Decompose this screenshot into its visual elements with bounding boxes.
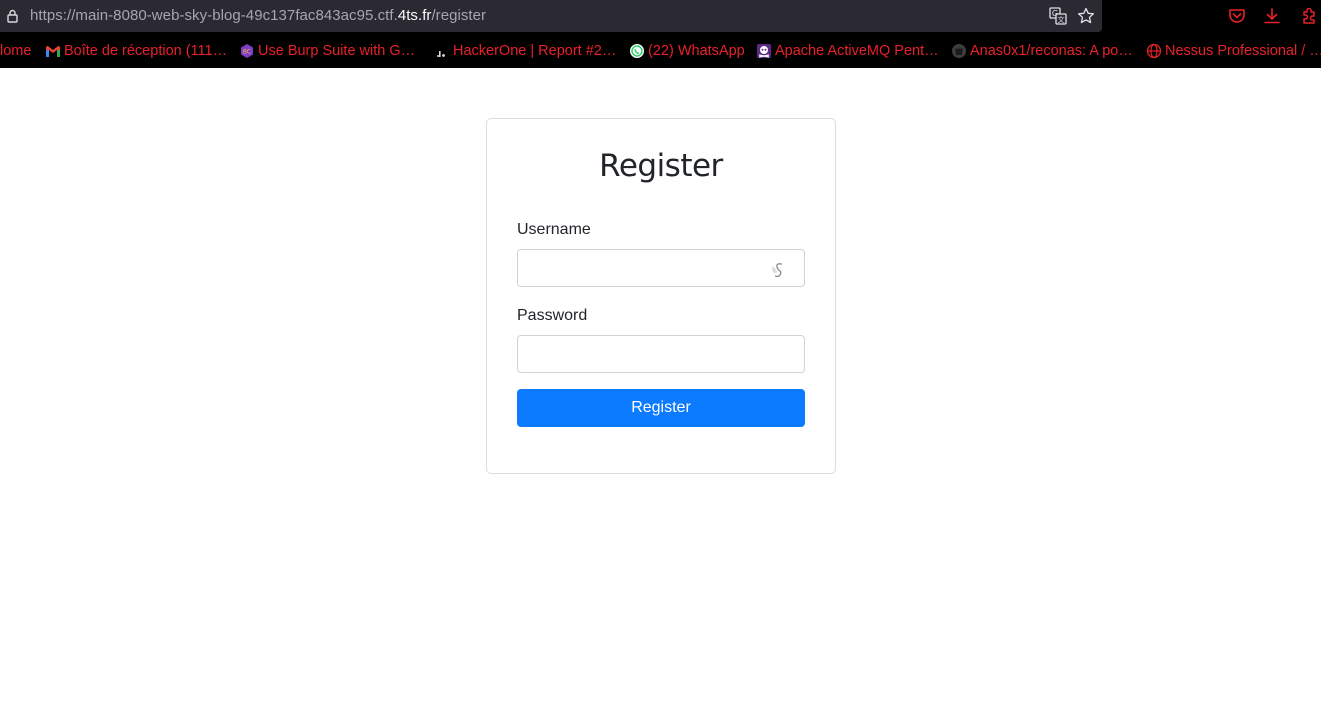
lock-icon xyxy=(7,9,18,23)
svg-text:文: 文 xyxy=(1058,15,1065,24)
page-title: Register xyxy=(599,148,723,184)
bookmark-label: Apache ActiveMQ Pent… xyxy=(775,43,939,59)
downloads-icon[interactable] xyxy=(1263,7,1281,25)
url-path: /register xyxy=(431,7,487,24)
burp-icon: BC xyxy=(239,43,255,59)
bookmark-whatsapp[interactable]: (22) WhatsApp xyxy=(629,42,745,60)
gmail-icon xyxy=(45,43,61,59)
bookmark-burp[interactable]: BC Use Burp Suite with G… xyxy=(239,42,415,60)
browser-toolbar: https://main-8080-web-sky-blog-49c137fac… xyxy=(0,0,1321,33)
bookmark-star-icon[interactable] xyxy=(1077,7,1095,25)
register-button[interactable]: Register xyxy=(517,389,805,427)
bookmark-hackerone[interactable]: HackerOne | Report #2… xyxy=(434,42,616,60)
bookmark-label: Boîte de réception (111… xyxy=(64,43,228,59)
extensions-icon[interactable] xyxy=(1300,7,1318,25)
translate-icon[interactable]: G 文 xyxy=(1049,7,1067,25)
bookmark-label: Use Burp Suite with G… xyxy=(258,43,416,59)
username-label: Username xyxy=(517,221,591,238)
globe-icon xyxy=(1146,43,1162,59)
bookmark-label: Anas0x1/reconas: A po… xyxy=(970,43,1133,59)
register-card: Register Username Password Register xyxy=(486,118,836,474)
address-bar[interactable]: https://main-8080-web-sky-blog-49c137fac… xyxy=(0,0,1102,32)
bookmark-gmail[interactable]: Boîte de réception (111… xyxy=(45,42,227,60)
bookmark-label: Nessus Professional / … xyxy=(1165,43,1321,59)
password-manager-icon[interactable] xyxy=(769,260,789,280)
bookmark-label: HackerOne | Report #2… xyxy=(453,43,617,59)
skull-icon xyxy=(756,43,772,59)
bookmark-home[interactable]: lome xyxy=(0,42,31,60)
hackerone-icon xyxy=(434,43,450,59)
svg-text:BC: BC xyxy=(243,49,251,56)
url-domain: 4ts.fr xyxy=(397,7,432,24)
github-icon xyxy=(951,43,967,59)
username-input[interactable] xyxy=(517,249,805,287)
bookmark-activemq[interactable]: Apache ActiveMQ Pent… xyxy=(756,42,939,60)
bookmark-github[interactable]: Anas0x1/reconas: A po… xyxy=(951,42,1133,60)
url-text[interactable]: https://main-8080-web-sky-blog-49c137fac… xyxy=(30,7,486,25)
whatsapp-icon xyxy=(629,43,645,59)
bookmarks-bar: lome Boîte de réception (111… BC Use Bur… xyxy=(0,33,1321,68)
bookmark-nessus[interactable]: Nessus Professional / … xyxy=(1146,42,1321,60)
pocket-icon[interactable] xyxy=(1228,7,1246,25)
bookmark-label: lome xyxy=(0,43,32,59)
password-label: Password xyxy=(517,307,588,324)
url-prefix: https://main-8080-web-sky-blog-49c137fac… xyxy=(30,7,398,24)
password-input[interactable] xyxy=(517,335,805,373)
bookmark-label: (22) WhatsApp xyxy=(648,43,745,59)
